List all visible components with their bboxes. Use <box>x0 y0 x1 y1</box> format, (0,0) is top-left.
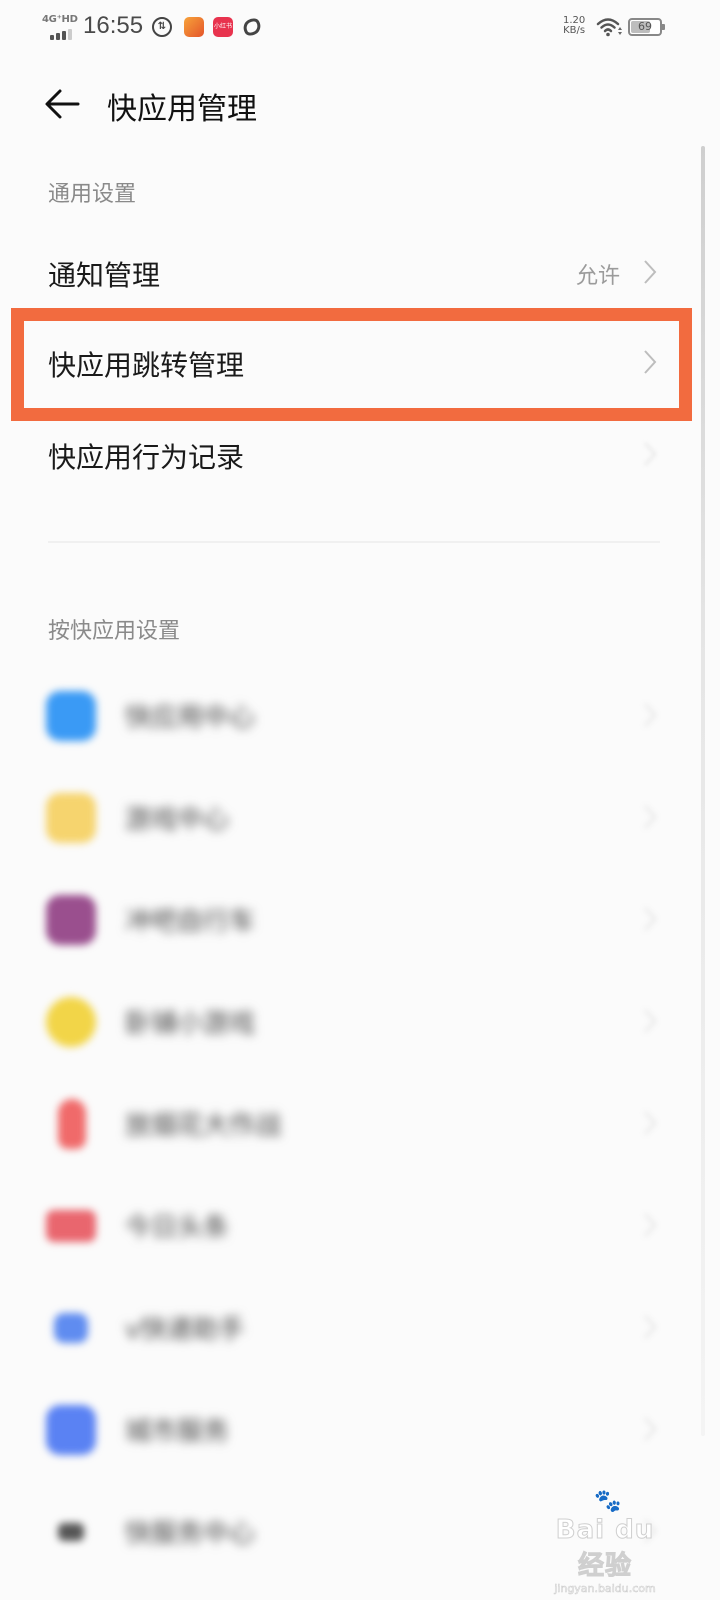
network-type-label: 4G⁺HD <box>42 14 78 25</box>
app-name: 冲吧自行车 <box>125 907 256 937</box>
app-icon <box>46 1405 96 1455</box>
chevron-right-icon <box>644 805 657 829</box>
app-icon <box>54 1313 88 1343</box>
chevron-right-icon <box>644 1213 657 1237</box>
app-icon <box>46 1210 96 1242</box>
network-speed: 1.20 KB/s <box>563 16 585 36</box>
row-label: 通知管理 <box>48 259 161 292</box>
section-label-general: 通用设置 <box>48 182 137 207</box>
arrow-left-icon[interactable] <box>40 82 84 126</box>
chevron-right-icon <box>644 1111 657 1135</box>
app-list-item[interactable]: 游戏中心 <box>0 767 720 869</box>
app-list-item[interactable]: 城市服务 <box>0 1379 720 1481</box>
app-name: 城市服务 <box>125 1417 230 1447</box>
row-label: 快应用行为记录 <box>48 441 245 474</box>
section-label-per-app: 按快应用设置 <box>48 619 181 644</box>
app-icon <box>46 997 96 1047</box>
quick-app-behavior-log-row[interactable]: 快应用行为记录 <box>0 410 720 500</box>
row-value: 允许 <box>575 264 620 289</box>
section-divider <box>48 541 660 543</box>
app-icon <box>58 1523 84 1541</box>
watermark-url: jingyan.baidu.com <box>554 1582 656 1596</box>
chevron-right-icon <box>644 1417 657 1441</box>
chevron-right-icon <box>644 442 657 466</box>
cellular-signal: 4G⁺HD <box>42 14 78 40</box>
watermark-main-text: Bai du 经验 <box>555 1515 655 1582</box>
notification-management-row[interactable]: 通知管理 允许 <box>0 228 720 318</box>
app-name: 快服务中心 <box>125 1519 256 1549</box>
app-list-item[interactable]: 快应用中心 <box>0 665 720 767</box>
data-transfer-icon: ⇅ <box>152 17 172 37</box>
chevron-right-icon <box>644 260 657 284</box>
page-title: 快应用管理 <box>107 92 257 127</box>
app-list-item[interactable]: v快递助手 <box>0 1277 720 1379</box>
chevron-right-icon <box>644 703 657 727</box>
app-list-item[interactable]: 冲吧自行车 <box>0 869 720 971</box>
app-name: v快递助手 <box>125 1315 245 1345</box>
clock: 16:55 <box>83 12 144 39</box>
quick-app-redirect-row[interactable]: 快应用跳转管理 <box>0 318 720 408</box>
app-name: 今日头条 <box>125 1213 230 1243</box>
app-header: 快应用管理 <box>0 72 720 132</box>
app-name: 游戏中心 <box>125 805 230 835</box>
app-icon <box>46 895 96 945</box>
battery-percent: 69 <box>638 20 652 33</box>
paw-icon: 🐾 <box>593 1489 622 1515</box>
chevron-right-icon <box>644 1009 657 1033</box>
kuaishou-app-icon <box>184 17 204 37</box>
app-list-item[interactable]: 卧铺小游戏 <box>0 971 720 1073</box>
row-label: 快应用跳转管理 <box>48 349 245 382</box>
network-speed-unit: KB/s <box>563 25 586 36</box>
app-icon <box>46 793 96 843</box>
chevron-right-icon <box>644 350 657 374</box>
battery-indicator: 69 <box>628 18 665 36</box>
app-name: 快应用中心 <box>125 703 256 733</box>
wifi-icon <box>596 18 622 37</box>
app-icon <box>46 691 96 741</box>
xiaohongshu-app-icon: 小红书 <box>213 17 233 37</box>
chevron-right-icon <box>644 907 657 931</box>
app-list-item[interactable]: 放烟花大作战 <box>0 1073 720 1175</box>
signal-bars-icon <box>50 29 72 40</box>
baidu-jingyan-watermark: 🐾 Bai du 经验 jingyan.baidu.com <box>540 1489 670 1596</box>
app-icon <box>58 1099 86 1149</box>
app-name: 卧铺小游戏 <box>125 1009 256 1039</box>
app-list-item[interactable]: 今日头条 <box>0 1175 720 1277</box>
status-bar: 4G⁺HD 16:55 ⇅ 小红书 1.20 KB/s 69 <box>0 0 720 56</box>
chevron-right-icon <box>644 1315 657 1339</box>
app-name: 放烟花大作战 <box>125 1111 282 1141</box>
rugby-app-icon <box>240 15 264 39</box>
battery-tip <box>662 24 665 30</box>
